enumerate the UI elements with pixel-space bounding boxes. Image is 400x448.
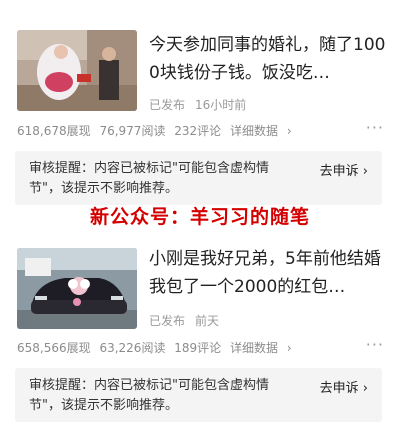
wedding-car-image — [17, 248, 137, 329]
status-label: 已发布 — [149, 314, 186, 328]
more-dots-icon[interactable]: ··· — [366, 335, 384, 354]
impressions-count: 618,678展现 — [17, 124, 91, 138]
chevron-right-icon: › — [362, 164, 368, 179]
article-thumbnail-wedding-car[interactable] — [17, 248, 137, 329]
more-dots-icon[interactable]: ··· — [366, 118, 384, 137]
review-notice: 审核提醒：内容已被标记"可能包含虚构情节"，该提示不影响推荐。 去申诉 › — [15, 151, 382, 205]
article-stats: 618,678展现 76,977阅读 232评论 详细数据 › — [17, 122, 302, 139]
article-title[interactable]: 小刚是我好兄弟，5年前他结婚我包了一个2000的红包… — [149, 245, 387, 301]
details-link-label: 详细数据 — [230, 341, 279, 355]
review-notice-text: 审核提醒：内容已被标记"可能包含虚构情节"，该提示不影响推荐。 — [29, 378, 269, 413]
details-link-label: 详细数据 — [230, 124, 279, 138]
details-link[interactable]: 详细数据 › — [230, 341, 297, 355]
details-link[interactable]: 详细数据 › — [230, 124, 297, 138]
article-card[interactable]: 今天参加同事的婚礼，随了1000块钱份子钱。饭没吃… 已发布 16小时前 618,… — [0, 0, 400, 205]
chevron-right-icon: › — [286, 341, 292, 355]
publish-time: 16小时前 — [195, 98, 247, 112]
chevron-right-icon: › — [362, 381, 368, 396]
impressions-count: 658,566展现 — [17, 341, 91, 355]
appeal-button-label: 去申诉 — [319, 164, 359, 179]
article-stats: 658,566展现 63,226阅读 189评论 详细数据 › — [17, 339, 302, 356]
article-card[interactable]: 小刚是我好兄弟，5年前他结婚我包了一个2000的红包… 已发布 前天 658,56… — [0, 240, 400, 440]
article-status: 已发布 前天 — [149, 312, 219, 329]
status-label: 已发布 — [149, 98, 186, 112]
article-title[interactable]: 今天参加同事的婚礼，随了1000块钱份子钱。饭没吃… — [149, 31, 387, 87]
publish-time: 前天 — [195, 314, 220, 328]
appeal-button[interactable]: 去申诉 › — [320, 160, 368, 179]
appeal-button-label: 去申诉 — [319, 381, 359, 396]
article-status: 已发布 16小时前 — [149, 96, 246, 113]
article-thumbnail-wedding[interactable] — [17, 30, 137, 111]
review-notice-text: 审核提醒：内容已被标记"可能包含虚构情节"，该提示不影响推荐。 — [29, 161, 269, 196]
chevron-right-icon: › — [286, 124, 292, 138]
appeal-button[interactable]: 去申诉 › — [320, 377, 368, 396]
wedding-photo-image — [17, 30, 137, 111]
watermark-text: 新公众号：羊习习的随笔 — [89, 206, 310, 228]
comments-count: 189评论 — [174, 341, 222, 355]
reads-count: 63,226阅读 — [99, 341, 166, 355]
reads-count: 76,977阅读 — [99, 124, 166, 138]
comments-count: 232评论 — [174, 124, 222, 138]
review-notice: 审核提醒：内容已被标记"可能包含虚构情节"，该提示不影响推荐。 去申诉 › — [15, 368, 382, 422]
